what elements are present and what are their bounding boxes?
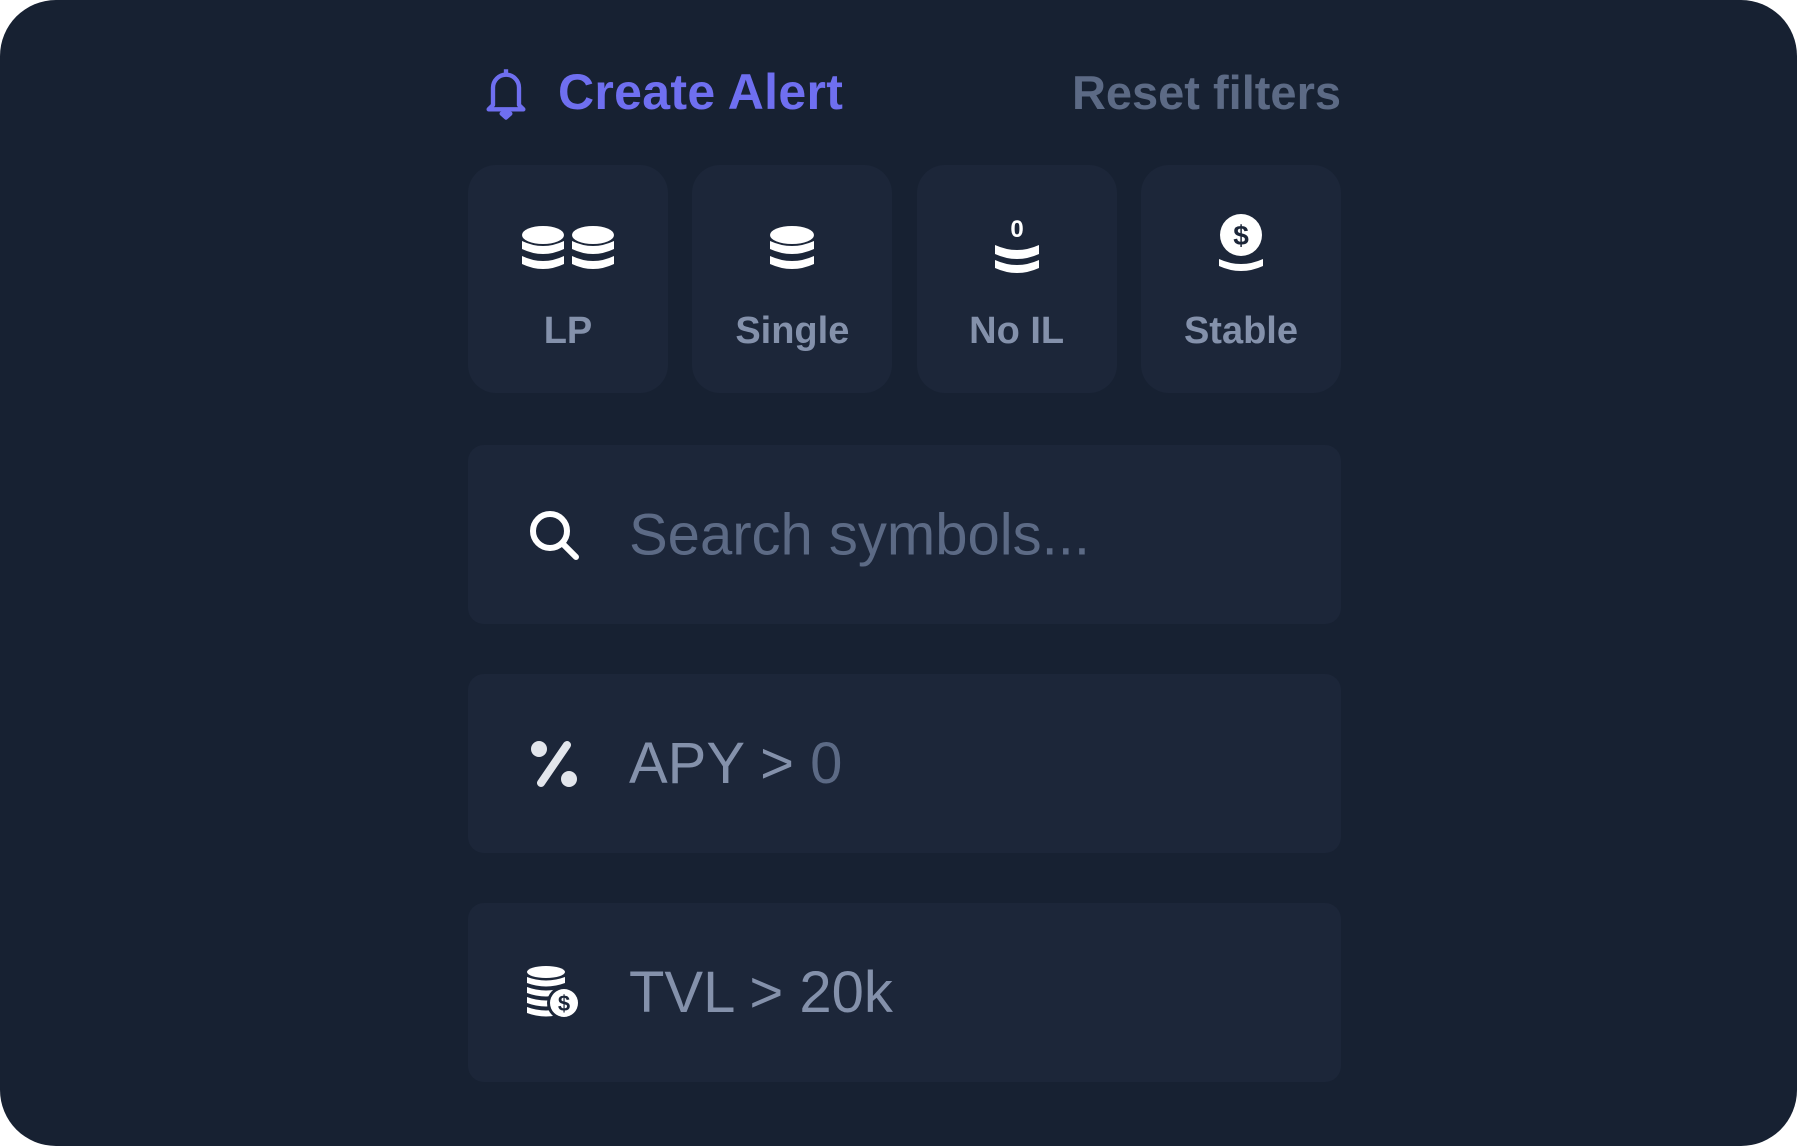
reset-filters-button[interactable]: Reset filters — [1072, 52, 1341, 132]
zero-coin-stack-icon: 0 — [994, 216, 1039, 273]
filter-tile-single[interactable]: Single — [692, 165, 893, 393]
bell-icon — [486, 69, 526, 120]
apy-filter-value: 0 — [810, 731, 843, 796]
filter-panel: Create Alert Reset filters LP Single 0 N… — [0, 0, 1797, 1146]
apy-filter-label: APY — [629, 731, 745, 796]
svg-text:$: $ — [1233, 220, 1249, 251]
dollar-coin-stack-icon: $ — [1218, 214, 1263, 271]
double-coin-stack-icon — [522, 226, 614, 269]
percent-icon — [531, 740, 577, 787]
panel-header: Create Alert Reset filters — [468, 52, 1341, 132]
tvl-filter-value: 20k — [799, 960, 893, 1025]
tvl-filter[interactable]: $ TVL > 20k — [468, 903, 1341, 1082]
create-alert-button[interactable]: Create Alert — [480, 52, 843, 132]
search-icon — [530, 510, 579, 560]
tvl-filter-label: TVL — [629, 960, 734, 1025]
create-alert-label: Create Alert — [558, 64, 844, 120]
filter-tile-stable[interactable]: $ Stable — [1140, 165, 1341, 393]
search-field[interactable] — [468, 445, 1341, 624]
svg-text:$: $ — [558, 991, 570, 1016]
tvl-filter-text: TVL > 20k — [629, 959, 893, 1026]
tvl-filter-operator: > — [749, 960, 784, 1025]
filter-tiles: LP Single 0 No IL $ Stable — [468, 165, 1341, 393]
filter-tile-label: Single — [735, 310, 850, 352]
apy-filter[interactable]: APY > 0 — [468, 674, 1341, 853]
apy-filter-text: APY > 0 — [629, 730, 842, 797]
svg-text:0: 0 — [1010, 216, 1023, 243]
filter-tile-label: LP — [543, 310, 593, 352]
filter-tile-label: Stable — [1183, 310, 1298, 352]
apy-filter-operator: > — [760, 731, 795, 796]
filter-tile-label: No IL — [969, 310, 1065, 352]
coins-dollar-icon: $ — [527, 965, 581, 1020]
filter-tile-no-il[interactable]: 0 No IL — [916, 165, 1117, 393]
search-input[interactable] — [629, 501, 1279, 568]
filter-tile-lp[interactable]: LP — [468, 165, 668, 393]
coin-stack-icon — [770, 226, 815, 269]
